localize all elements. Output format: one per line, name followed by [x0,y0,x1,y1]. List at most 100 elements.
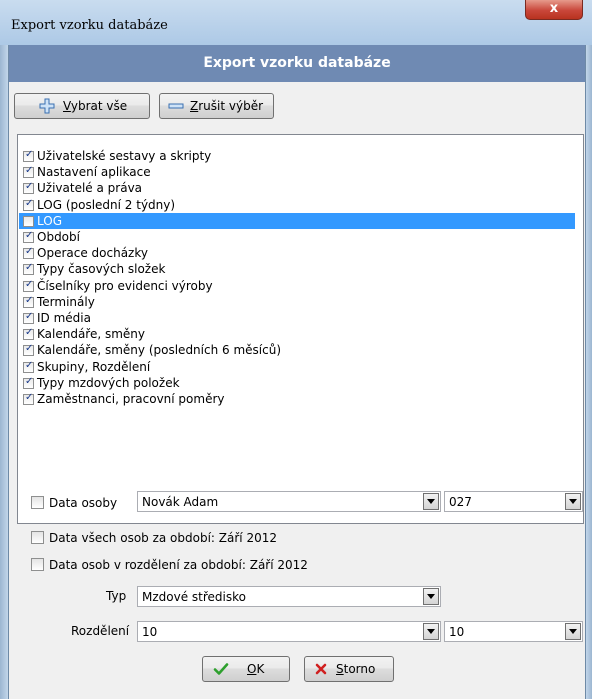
checkmark-icon: ✓ [25,197,34,209]
person-number-value: 027 [449,495,472,509]
checkmark-icon: ✓ [25,327,34,339]
division-persons-checkbox[interactable] [31,558,44,571]
cancel-mnemonic: S [336,662,344,676]
list-item[interactable]: ✓ Operace docházky [19,245,575,261]
list-item[interactable]: ✓ ID média [19,310,575,326]
list-item-label: Uživatelské sestavy a skripty [37,149,212,163]
division-value-a: 10 [142,625,158,639]
minus-icon [168,103,184,109]
item-checkbox[interactable]: ✓ [23,197,34,211]
list-item[interactable]: ✓ Období [19,229,575,245]
select-all-button[interactable]: Vybrat vše [14,93,150,119]
checkmark-icon [213,663,229,675]
item-checkbox[interactable]: ✓ [23,278,34,292]
item-checkbox[interactable]: ✓ [23,230,34,243]
list-item[interactable]: LOG [19,212,575,229]
item-checkbox[interactable]: ✓ [23,327,34,341]
list-item[interactable]: ✓ Nastavení aplikace [19,164,575,180]
item-checkbox[interactable]: ✓ [23,246,34,260]
item-checkbox[interactable]: ✓ [23,294,34,308]
item-checkbox[interactable]: ✓ [23,359,34,373]
person-data-label: Data osoby [49,496,118,510]
table-selection-list[interactable]: ✓ Uživatelské sestavy a skripty ✓ Nastavení… [17,134,584,524]
item-checkbox[interactable]: ✓ [23,165,34,179]
list-item-label: Období [37,230,80,244]
checkmark-icon: ✓ [25,343,34,355]
item-checkbox[interactable]: ✓ [23,311,34,324]
list-item-label: Nastavení aplikace [37,165,151,180]
cross-icon [315,663,327,675]
list-item-label: Číselníky pro evidenci výroby [37,278,213,293]
person-name-value: Novák Adam [142,495,219,509]
list-item-label: Typy časových složek [37,262,166,277]
list-item[interactable]: ✓ Skupiny, Rozdělení [19,359,575,375]
item-checkbox[interactable]: ✓ [23,343,34,357]
checkmark-icon: ✓ [25,359,34,371]
checkmark-icon: ✓ [25,230,34,241]
list-item[interactable]: ✓ Číselníky pro evidenci výroby [19,278,575,294]
chevron-down-icon[interactable] [423,588,439,605]
person-data-checkbox[interactable] [31,496,44,509]
checkmark-icon: ✓ [25,149,34,160]
checkmark-icon: ✓ [25,375,34,387]
person-name-select[interactable]: Novák Adam [137,491,441,512]
list-item-label: ID média [37,311,91,325]
item-checkbox[interactable]: ✓ [23,262,34,276]
dialog-header: Export vzorku databáze [9,45,585,82]
division-select-a[interactable]: 10 [137,621,441,642]
list-item[interactable]: ✓ Uživatelské sestavy a skripty [19,148,575,164]
all-persons-checkbox[interactable] [31,531,44,544]
chevron-down-icon[interactable] [423,623,439,640]
item-checkbox[interactable] [23,215,34,227]
list-item-label: Uživatelé a práva [37,181,143,196]
close-icon: x [549,1,559,16]
list-item[interactable]: ✓ Kalendáře, směny (posledních 6 měsíců) [19,342,575,358]
list-item[interactable]: ✓ Uživatelé a práva [19,180,575,196]
list-item[interactable]: ✓ Typy mzdových položek [19,375,575,391]
select-all-label: ybrat vše [70,99,128,113]
list-item-label: Kalendáře, směny (posledních 6 měsíců) [37,343,282,358]
dialog-window: Export vzorku databáze x Export vzorku d… [0,0,592,699]
list-item-label: LOG (poslední 2 týdny) [37,197,176,212]
ok-button[interactable]: OK [202,656,290,682]
item-checkbox[interactable]: ✓ [23,392,34,405]
deselect-mnemonic: Z [190,99,199,113]
person-number-select[interactable]: 027 [444,491,583,512]
window-title: Export vzorku databáze [11,18,168,33]
list-item[interactable]: ✓ Typy časových složek [19,261,575,277]
list-item-label: Zaměstnanci, pracovní poměry [37,392,225,406]
list-item-label: Operace docházky [37,246,148,261]
division-select-b[interactable]: 10 [444,621,583,642]
checkmark-icon: ✓ [25,181,34,193]
item-checkbox[interactable]: ✓ [23,149,34,162]
window-right-border [586,45,592,699]
deselect-label: rušit výběr [198,99,264,113]
division-label: Rozdělení [71,624,130,638]
list-item-label: Kalendáře, směny [37,327,146,342]
item-checkbox[interactable]: ✓ [23,375,34,389]
window-left-border [0,45,8,699]
item-checkbox[interactable]: ✓ [23,181,34,195]
select-all-mnemonic: V [63,99,71,113]
chevron-down-icon[interactable] [565,623,581,640]
checkmark-icon: ✓ [25,262,34,274]
division-value-b: 10 [449,625,465,639]
list-item[interactable]: ✓ LOG (poslední 2 týdny) [19,197,575,213]
cancel-button[interactable]: Storno [304,656,394,682]
checkmark-icon: ✓ [25,294,34,306]
checkmark-icon: ✓ [25,246,34,258]
list-item[interactable]: ✓ Terminály [19,294,575,310]
chevron-down-icon[interactable] [423,493,439,510]
type-select[interactable]: Mzdové středisko [137,586,441,607]
chevron-down-icon[interactable] [565,493,581,510]
list-item-label: LOG [37,213,63,228]
deselect-button[interactable]: Zrušit výběr [159,93,274,119]
list-item[interactable]: ✓ Zaměstnanci, pracovní poměry [19,391,575,407]
close-button[interactable]: x [525,0,583,20]
title-bar[interactable]: Export vzorku databáze x [0,0,592,45]
ok-label: K [256,662,265,676]
checkmark-icon: ✓ [25,278,34,290]
list-item-label: Typy mzdových položek [37,375,180,390]
list-item[interactable]: ✓ Kalendáře, směny [19,326,575,342]
checkmark-icon: ✓ [25,311,34,322]
